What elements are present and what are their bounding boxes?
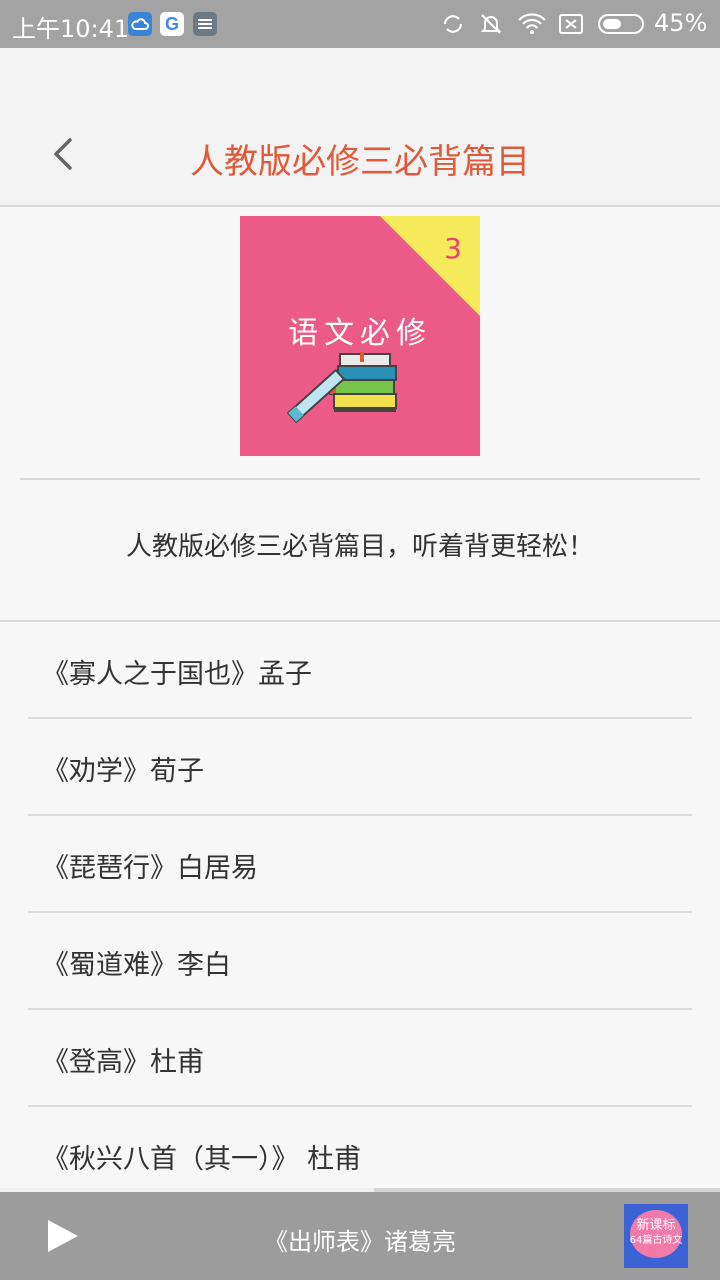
audio-player-bar: 《出师表》诸葛亮 新课标 64篇古诗文: [0, 1192, 720, 1280]
list-item[interactable]: 《登高》杜甫: [28, 1010, 692, 1107]
cover-corner: [380, 216, 480, 316]
list-item[interactable]: 《劝学》荀子: [28, 719, 692, 816]
notes-icon: [193, 12, 217, 36]
battery-percent: 45%: [654, 9, 708, 37]
status-bar: 上午10:41 G 45%: [0, 0, 720, 48]
thumb-text: 64篇古诗文: [629, 1235, 683, 1246]
battery-icon: [598, 14, 644, 34]
app-header: 人教版必修三必背篇目: [0, 48, 720, 207]
cover-image: 3 语文必修: [240, 216, 480, 456]
list-item-title: 《劝学》荀子: [42, 756, 204, 787]
album-thumbnail[interactable]: 新课标 64篇古诗文: [624, 1204, 688, 1268]
list-item[interactable]: 《蜀道难》李白: [28, 913, 692, 1010]
mute-icon: [480, 14, 502, 34]
divider: [20, 478, 700, 480]
google-icon: G: [160, 12, 184, 36]
list-item-title: 《蜀道难》李白: [42, 950, 231, 981]
books-icon: [286, 352, 397, 424]
poem-list: 《寡人之于国也》孟子 《劝学》荀子 《琵琶行》白居易 《蜀道难》李白 《登高》杜…: [0, 622, 720, 1202]
page-subtitle: 人教版必修三必背篇目，听着背更轻松！: [125, 532, 594, 562]
list-item-title: 《登高》杜甫: [42, 1047, 204, 1078]
list-item-title: 《琵琶行》白居易: [42, 853, 258, 884]
list-item-title: 《秋兴八首（其一）》 杜甫: [42, 1144, 362, 1175]
list-item-title: 《寡人之于国也》孟子: [42, 659, 312, 690]
cover-label: 语文必修: [288, 316, 432, 351]
thumb-text: 新课标: [636, 1218, 676, 1233]
wifi-icon: [518, 13, 546, 34]
sync-icon: [443, 15, 463, 33]
cover-volume-number: 3: [444, 232, 462, 265]
page-title: 人教版必修三必背篇目: [190, 142, 530, 182]
no-sim-icon: [559, 14, 583, 34]
status-time: 上午10:41: [12, 15, 130, 43]
now-playing-title[interactable]: 《出师表》诸葛亮: [0, 1222, 720, 1257]
list-item[interactable]: 《琵琶行》白居易: [28, 816, 692, 913]
cloud-icon: [128, 12, 152, 36]
list-item[interactable]: 《寡人之于国也》孟子: [28, 622, 692, 719]
